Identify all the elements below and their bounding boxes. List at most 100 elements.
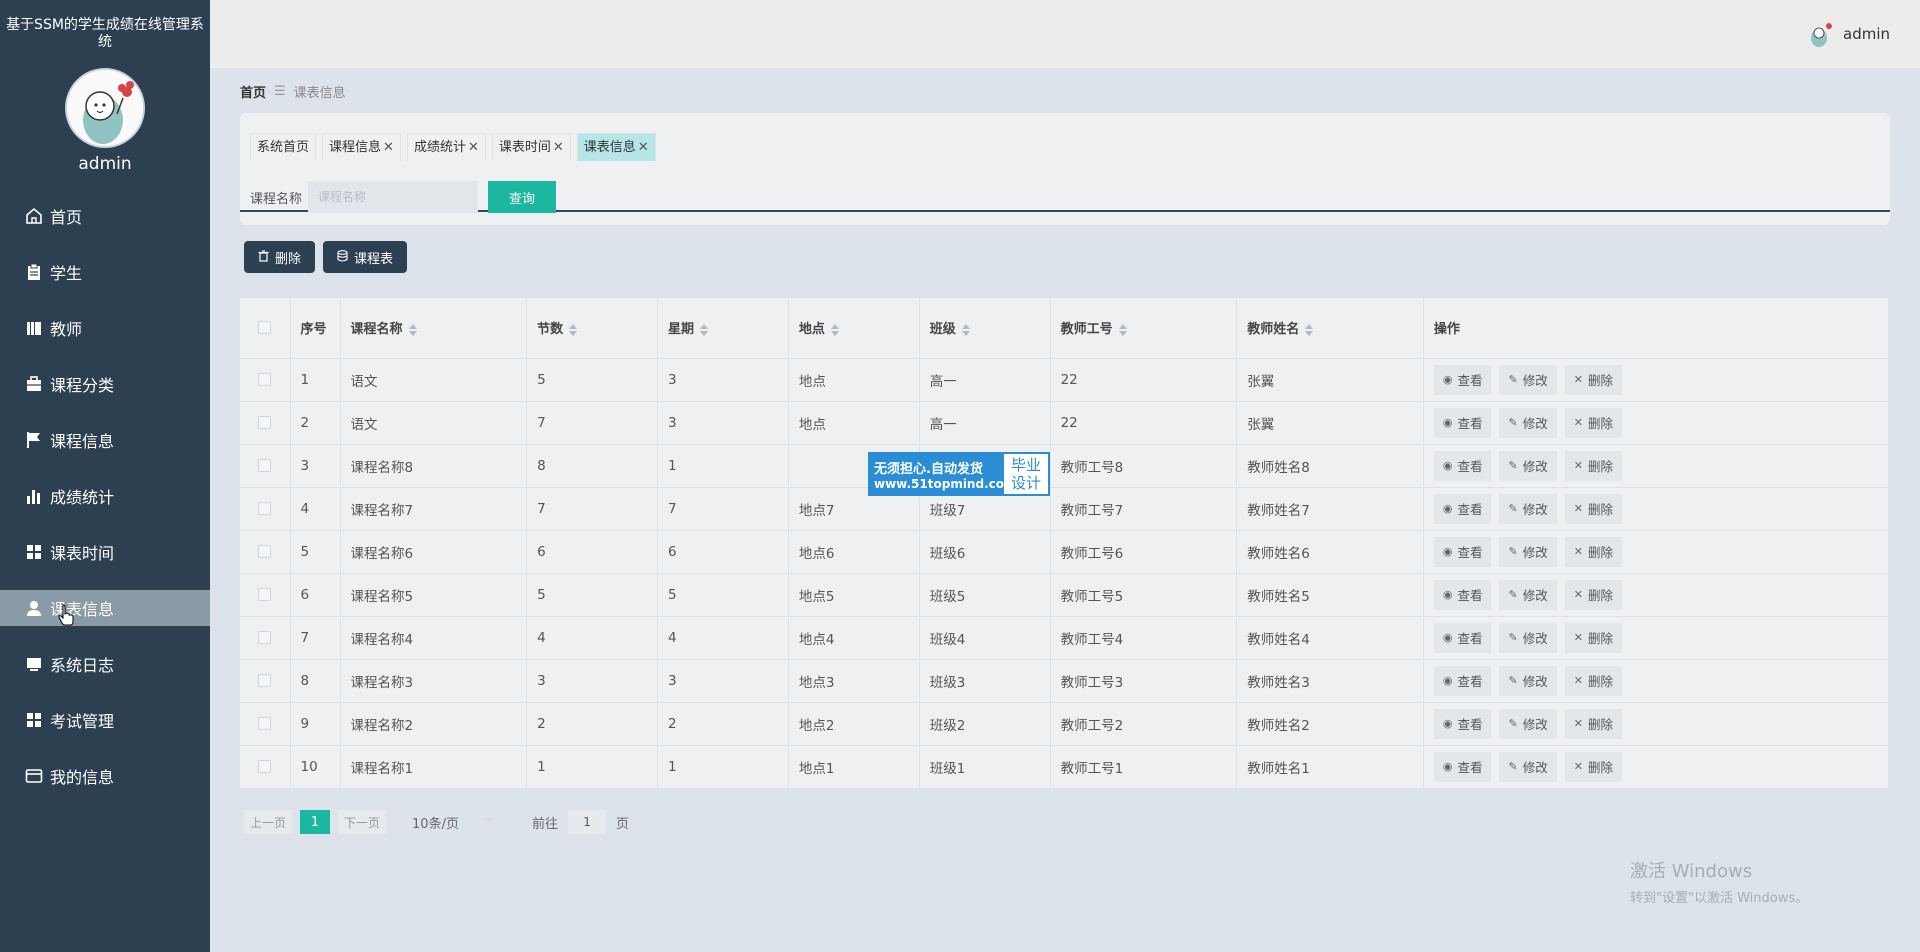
delete-button[interactable]: ✕ 删除 [1564, 708, 1622, 739]
edit-icon: ✎ [1508, 588, 1518, 601]
select-all-checkbox[interactable] [258, 321, 272, 335]
header-label: 操作 [1433, 322, 1460, 338]
avatar[interactable] [65, 68, 145, 148]
delete-label: 删除 [1587, 545, 1613, 560]
sort-icon[interactable] [700, 323, 709, 336]
view-button[interactable]: ◉ 查看 [1433, 708, 1492, 739]
delete-button[interactable]: ✕ 删除 [1564, 364, 1622, 395]
header-periods[interactable]: 节数 [526, 298, 658, 359]
sidebar-item-schedule-info[interactable]: 课表信息 [0, 590, 210, 626]
schedule-button[interactable]: 课程表 [323, 241, 408, 273]
course-name-search-input[interactable] [308, 181, 479, 213]
edit-button[interactable]: ✎ 修改 [1499, 665, 1557, 696]
edit-button[interactable]: ✎ 修改 [1499, 450, 1557, 481]
edit-button[interactable]: ✎ 修改 [1499, 364, 1557, 395]
row-checkbox[interactable] [258, 502, 272, 515]
sidebar-item-course-category[interactable]: 课程分类 [0, 366, 210, 402]
next-page-button[interactable]: 下一页 [338, 810, 387, 834]
header-location[interactable]: 地点 [788, 298, 920, 359]
view-button[interactable]: ◉ 查看 [1433, 622, 1492, 653]
view-button[interactable]: ◉ 查看 [1433, 364, 1492, 395]
edit-button[interactable]: ✎ 修改 [1499, 622, 1557, 653]
batch-delete-button[interactable]: 删除 [244, 241, 316, 273]
view-button[interactable]: ◉ 查看 [1433, 579, 1492, 610]
delete-button[interactable]: ✕ 删除 [1564, 407, 1622, 438]
delete-button[interactable]: ✕ 删除 [1564, 622, 1622, 653]
view-button[interactable]: ◉ 查看 [1433, 450, 1492, 481]
tab-schedule-info[interactable]: 课表信息 ✕ [576, 133, 656, 161]
sort-icon[interactable] [1305, 323, 1314, 336]
sort-icon[interactable] [1118, 323, 1127, 336]
tab-course-info[interactable]: 课程信息 ✕ [322, 133, 401, 161]
delete-button[interactable]: ✕ 删除 [1564, 751, 1622, 782]
header-course-name[interactable]: 课程名称 [340, 298, 528, 359]
view-button[interactable]: ◉ 查看 [1433, 493, 1492, 524]
view-button[interactable]: ◉ 查看 [1433, 665, 1492, 696]
goto-page-input[interactable] [568, 810, 607, 834]
edit-button[interactable]: ✎ 修改 [1499, 407, 1557, 438]
current-page[interactable]: 1 [300, 810, 331, 834]
goto-page: 前往 页 [532, 810, 629, 834]
header-user-menu[interactable]: admin [1807, 20, 1890, 48]
cell-teacher-id: 22 [1050, 401, 1238, 445]
close-icon[interactable]: ✕ [383, 140, 394, 155]
header-teacher-id[interactable]: 教师工号 [1050, 298, 1238, 359]
view-button[interactable]: ◉ 查看 [1433, 751, 1492, 782]
close-icon[interactable]: ✕ [468, 140, 479, 155]
cell-course-name: 语文 [340, 358, 528, 402]
header-class[interactable]: 班级 [919, 298, 1051, 359]
query-button[interactable]: 查询 [488, 181, 557, 213]
delete-button[interactable]: ✕ 删除 [1564, 536, 1622, 567]
header-teacher-name[interactable]: 教师姓名 [1236, 298, 1424, 359]
sidebar-item-schedule-time[interactable]: 课表时间 [0, 534, 210, 570]
tab-schedule-time[interactable]: 课表时间 ✕ [491, 133, 571, 161]
close-icon[interactable]: ✕ [638, 140, 649, 155]
view-label: 查看 [1457, 545, 1483, 560]
row-checkbox[interactable] [258, 717, 272, 730]
view-button[interactable]: ◉ 查看 [1433, 536, 1492, 567]
row-checkbox[interactable] [258, 674, 272, 687]
delete-button[interactable]: ✕ 删除 [1564, 665, 1622, 696]
view-label: 查看 [1457, 588, 1483, 603]
sidebar-item-home[interactable]: 首页 [0, 198, 210, 234]
tab-grade-stats[interactable]: 成绩统计 ✕ [406, 133, 486, 161]
header-weekday[interactable]: 星期 [657, 298, 789, 359]
edit-icon: ✎ [1508, 631, 1518, 644]
page-size-select[interactable]: 10条/页 ⌵ [412, 813, 492, 832]
row-checkbox[interactable] [258, 373, 272, 386]
row-checkbox[interactable] [258, 588, 272, 601]
row-checkbox[interactable] [258, 760, 272, 773]
prev-page-button[interactable]: 上一页 [244, 810, 293, 834]
sidebar-item-course-info[interactable]: 课程信息 [0, 422, 210, 458]
sidebar-item-my-info[interactable]: 我的信息 [0, 758, 210, 794]
sidebar-item-grade-stats[interactable]: 成绩统计 [0, 478, 210, 514]
delete-button[interactable]: ✕ 删除 [1564, 493, 1622, 524]
tab-bar: 系统首页 课程信息 ✕ 成绩统计 ✕ 课表时间 ✕ 课表信息 ✕ [250, 133, 662, 161]
sidebar-item-teacher[interactable]: 教师 [0, 310, 210, 346]
delete-button[interactable]: ✕ 删除 [1564, 450, 1622, 481]
tab-system-home[interactable]: 系统首页 [250, 133, 317, 161]
view-button[interactable]: ◉ 查看 [1433, 407, 1492, 438]
edit-button[interactable]: ✎ 修改 [1499, 708, 1557, 739]
row-checkbox[interactable] [258, 631, 272, 644]
sidebar-item-system-log[interactable]: 系统日志 [0, 646, 210, 682]
edit-button[interactable]: ✎ 修改 [1499, 579, 1557, 610]
delete-button[interactable]: ✕ 删除 [1564, 579, 1622, 610]
sort-icon[interactable] [961, 323, 970, 336]
cell-teacher-name: 教师姓名2 [1236, 702, 1424, 746]
close-icon[interactable]: ✕ [553, 140, 564, 155]
sidebar-item-student[interactable]: 学生 [0, 254, 210, 290]
sidebar-item-exam-management[interactable]: 考试管理 [0, 702, 210, 738]
row-checkbox[interactable] [258, 545, 272, 558]
edit-icon: ✎ [1508, 717, 1518, 730]
delete-label: 删除 [1587, 588, 1613, 603]
breadcrumb-home[interactable]: 首页 [240, 82, 266, 101]
sort-icon[interactable] [830, 323, 839, 336]
edit-button[interactable]: ✎ 修改 [1499, 751, 1557, 782]
edit-button[interactable]: ✎ 修改 [1499, 493, 1557, 524]
row-checkbox[interactable] [258, 459, 272, 472]
sort-icon[interactable] [569, 323, 578, 336]
row-checkbox[interactable] [258, 416, 272, 429]
sort-icon[interactable] [408, 323, 417, 336]
edit-button[interactable]: ✎ 修改 [1499, 536, 1557, 567]
